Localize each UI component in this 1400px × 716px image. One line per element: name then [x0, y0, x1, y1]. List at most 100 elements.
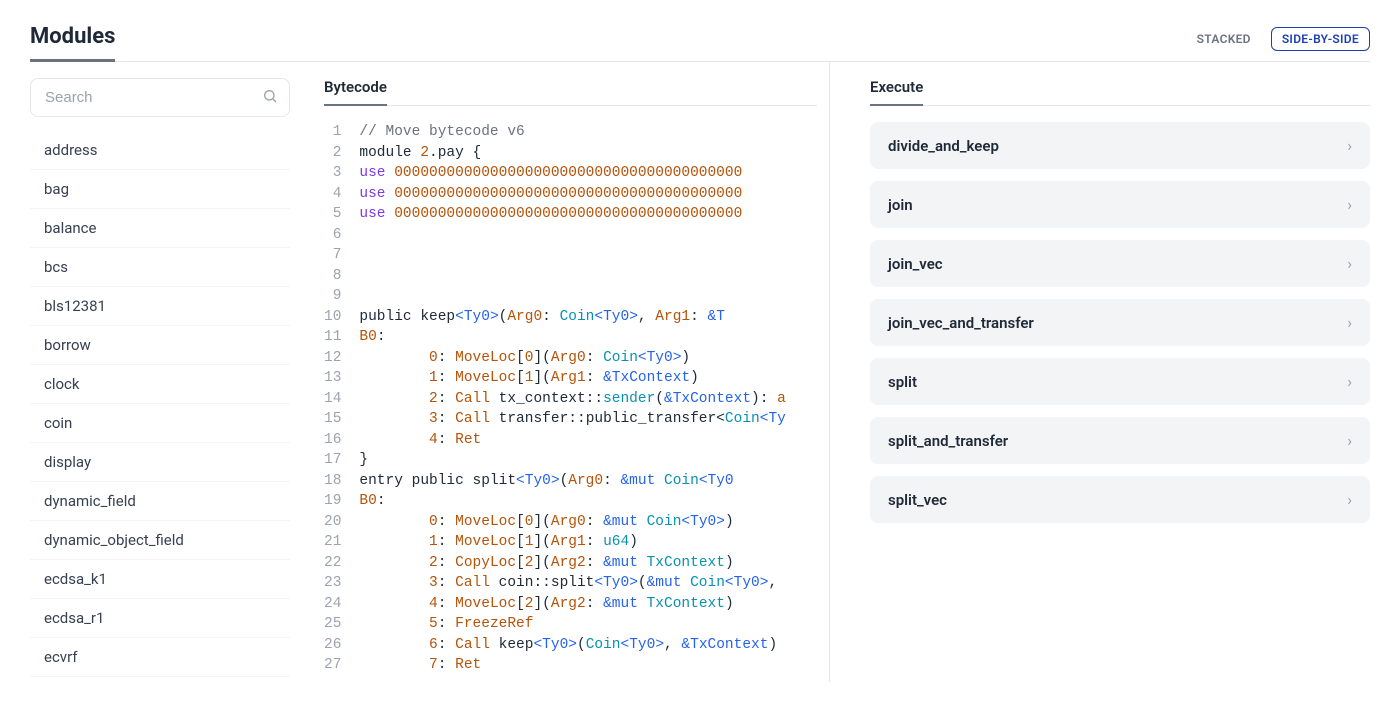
chevron-right-icon: ›: [1347, 490, 1352, 509]
module-item-bcs[interactable]: bcs: [30, 247, 290, 286]
code-line: use 000000000000000000000000000000000000…: [359, 204, 817, 225]
execute-item-label: divide_and_keep: [888, 137, 999, 155]
bytecode-title: Bytecode: [324, 78, 387, 106]
line-number: 20: [324, 512, 341, 533]
code-line: 2: Call tx_context::sender(&TxContext): …: [359, 389, 817, 410]
chevron-right-icon: ›: [1347, 136, 1352, 155]
code-line: 1: MoveLoc[1](Arg1: u64): [359, 532, 817, 553]
module-list: addressbagbalancebcsbls12381borrowclockc…: [30, 131, 290, 682]
search-input[interactable]: [30, 78, 290, 117]
module-item-address[interactable]: address: [30, 131, 290, 169]
module-item-bag[interactable]: bag: [30, 169, 290, 208]
code-line: 3: Call coin::split<Ty0>(&mut Coin<Ty0>,: [359, 573, 817, 594]
module-item-ecdsa_r1[interactable]: ecdsa_r1: [30, 598, 290, 637]
module-item-bls12381[interactable]: bls12381: [30, 286, 290, 325]
bytecode-panel: Bytecode 1234567891011121314151617181920…: [290, 62, 830, 682]
execute-item-label: split: [888, 373, 917, 391]
code-line: }: [359, 450, 817, 471]
line-number: 26: [324, 635, 341, 656]
line-number: 21: [324, 532, 341, 553]
line-number: 18: [324, 471, 341, 492]
execute-item-label: split_and_transfer: [888, 432, 1008, 450]
module-item-ecdsa_k1[interactable]: ecdsa_k1: [30, 559, 290, 598]
execute-item-split_and_transfer[interactable]: split_and_transfer ›: [870, 417, 1370, 464]
line-number: 5: [324, 204, 341, 225]
chevron-right-icon: ›: [1347, 372, 1352, 391]
line-number: 22: [324, 553, 341, 574]
line-number: 14: [324, 389, 341, 410]
view-side-by-side[interactable]: SIDE-BY-SIDE: [1271, 27, 1370, 51]
module-item-ecvrf[interactable]: ecvrf: [30, 637, 290, 676]
code-line: // Move bytecode v6: [359, 122, 817, 143]
line-number: 8: [324, 266, 341, 287]
view-stacked[interactable]: STACKED: [1187, 28, 1261, 50]
line-number: 12: [324, 348, 341, 369]
code-line: 4: Ret: [359, 430, 817, 451]
chevron-right-icon: ›: [1347, 254, 1352, 273]
line-number: 6: [324, 225, 341, 246]
line-number: 25: [324, 614, 341, 635]
line-number: 15: [324, 409, 341, 430]
search-wrap: [30, 78, 290, 117]
line-number: 16: [324, 430, 341, 451]
chevron-right-icon: ›: [1347, 195, 1352, 214]
code-line: B0:: [359, 327, 817, 348]
code-line: use 000000000000000000000000000000000000…: [359, 184, 817, 205]
execute-item-label: join: [888, 196, 913, 214]
code-line: 0: MoveLoc[0](Arg0: &mut Coin<Ty0>): [359, 512, 817, 533]
execute-item-join_vec[interactable]: join_vec›: [870, 240, 1370, 287]
module-item-ed25519[interactable]: ed25519: [30, 676, 290, 682]
execute-item-join[interactable]: join ›: [870, 181, 1370, 228]
execute-item-join_vec_and_transfer[interactable]: join_vec_and_transfer ›: [870, 299, 1370, 346]
chevron-right-icon: ›: [1347, 431, 1352, 450]
code-gutter: 1234567891011121314151617181920212223242…: [324, 122, 359, 682]
module-item-display[interactable]: display: [30, 442, 290, 481]
execute-item-label: join_vec_and_transfer: [888, 314, 1034, 332]
code-line: public keep<Ty0>(Arg0: Coin<Ty0>, Arg1: …: [359, 307, 817, 328]
line-number: 19: [324, 491, 341, 512]
line-number: 13: [324, 368, 341, 389]
module-item-balance[interactable]: balance: [30, 208, 290, 247]
header: Modules STACKED SIDE-BY-SIDE: [30, 24, 1370, 62]
execute-item-split[interactable]: split ›: [870, 358, 1370, 405]
execute-item-split_vec[interactable]: split_vec›: [870, 476, 1370, 523]
code-line: 3: Call transfer::public_transfer<Coin<T…: [359, 409, 817, 430]
code-line: 4: MoveLoc[2](Arg2: &mut TxContext): [359, 594, 817, 615]
line-number: 23: [324, 573, 341, 594]
code-line: module 2.pay {: [359, 143, 817, 164]
code-line: [359, 286, 817, 307]
code-line: 1: MoveLoc[1](Arg1: &TxContext): [359, 368, 817, 389]
execute-item-divide_and_keep[interactable]: divide_and_keep ›: [870, 122, 1370, 169]
page-title: Modules: [30, 24, 115, 62]
code-area: 1234567891011121314151617181920212223242…: [324, 122, 817, 682]
module-item-clock[interactable]: clock: [30, 364, 290, 403]
execute-title: Execute: [870, 78, 923, 106]
line-number: 2: [324, 143, 341, 164]
line-number: 11: [324, 327, 341, 348]
code-body[interactable]: // Move bytecode v6module 2.pay {use 000…: [359, 122, 817, 682]
line-number: 24: [324, 594, 341, 615]
module-item-borrow[interactable]: borrow: [30, 325, 290, 364]
code-line: [359, 225, 817, 246]
code-line: 5: FreezeRef: [359, 614, 817, 635]
sidebar: addressbagbalancebcsbls12381borrowclockc…: [30, 62, 290, 682]
module-item-dynamic_object_field[interactable]: dynamic_object_field: [30, 520, 290, 559]
execute-panel: Execute divide_and_keep›join›join_vec›jo…: [830, 62, 1370, 682]
line-number: 27: [324, 655, 341, 676]
code-line: 7: Ret: [359, 655, 817, 676]
code-line: entry public split<Ty0>(Arg0: &mut Coin<…: [359, 471, 817, 492]
code-line: B0:: [359, 491, 817, 512]
module-item-coin[interactable]: coin: [30, 403, 290, 442]
code-line: use 000000000000000000000000000000000000…: [359, 163, 817, 184]
code-line: [359, 245, 817, 266]
line-number: 7: [324, 245, 341, 266]
line-number: 9: [324, 286, 341, 307]
code-line: 6: Call keep<Ty0>(Coin<Ty0>, &TxContext): [359, 635, 817, 656]
module-item-dynamic_field[interactable]: dynamic_field: [30, 481, 290, 520]
view-toggle: STACKED SIDE-BY-SIDE: [1187, 27, 1370, 59]
execute-list: divide_and_keep›join›join_vec›join_vec_a…: [870, 122, 1370, 523]
chevron-right-icon: ›: [1347, 313, 1352, 332]
code-line: 0: MoveLoc[0](Arg0: Coin<Ty0>): [359, 348, 817, 369]
line-number: 1: [324, 122, 341, 143]
line-number: 4: [324, 184, 341, 205]
